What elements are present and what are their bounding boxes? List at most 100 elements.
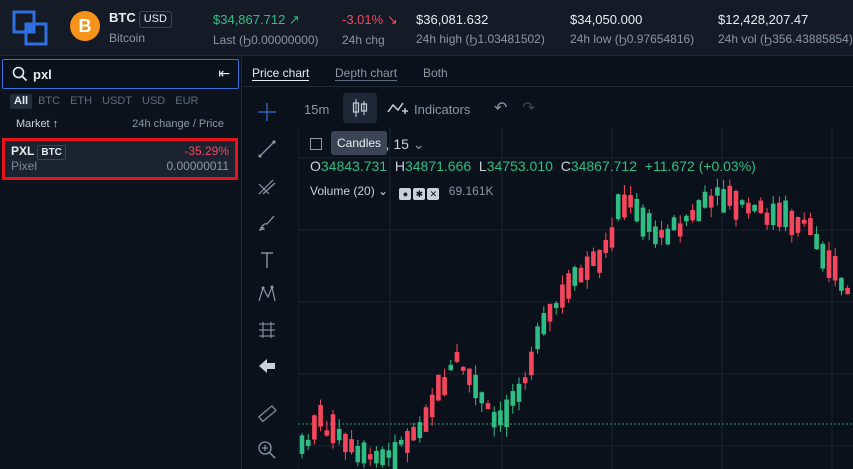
high-label: 24h high (Ϧ1.03481502) (416, 32, 545, 46)
zoom-in-icon[interactable] (257, 440, 277, 460)
high-value: $36,081.632 (416, 12, 489, 27)
pair-quote-badge: USD (138, 11, 172, 28)
candle-body (423, 407, 429, 432)
candle-body (318, 405, 323, 427)
arrow-left-icon[interactable] (257, 356, 277, 376)
undo-icon[interactable]: ↶ (494, 98, 507, 118)
tab-price-chart[interactable]: Price chart (252, 66, 310, 81)
candle-body (442, 377, 447, 396)
filter-btc[interactable]: BTC (34, 94, 64, 109)
drawing-tools (243, 88, 293, 469)
chart-tabs: Price chart Depth chart Both (243, 57, 853, 87)
ohlc-legend: O34843.731 H34871.666 L34753.010 C34867.… (310, 158, 756, 174)
candle-body (640, 207, 646, 237)
ohlc-low: 34753.010 (486, 158, 553, 174)
candle-body (826, 250, 832, 278)
candle-body (305, 439, 311, 446)
candle-body (566, 273, 571, 299)
filter-eth[interactable]: ETH (66, 94, 96, 109)
ohlc-close: 34867.712 (570, 158, 637, 174)
indicators-icon[interactable] (387, 99, 409, 117)
candle-body (454, 351, 460, 362)
candle-body (609, 227, 615, 248)
fork-icon[interactable] (257, 176, 277, 196)
brush-icon[interactable] (257, 213, 277, 233)
candle-body (789, 210, 795, 236)
candle-body (733, 191, 739, 220)
candle-body (479, 392, 485, 404)
row-change: -35.29% (184, 144, 229, 158)
close-icon[interactable]: ✕ (427, 188, 440, 200)
ohlc-high: 34871.666 (404, 158, 472, 174)
filter-all[interactable]: All (10, 94, 33, 109)
pattern-icon[interactable] (257, 284, 277, 304)
candle-body (498, 410, 503, 426)
pair-selector[interactable]: BTC USD Bitcoin (109, 10, 172, 45)
volume-study-label[interactable]: Volume (20) (310, 184, 375, 198)
ohlc-open: 34843.731 (320, 158, 388, 174)
market-search[interactable]: pxl ⇤ (2, 59, 239, 89)
candle-body (777, 202, 782, 227)
change-label: 24h chg (342, 33, 385, 47)
exchange-logo-icon[interactable] (12, 10, 48, 46)
candle-body (839, 277, 844, 291)
crosshair-icon[interactable] (257, 102, 277, 122)
redo-icon[interactable]: ↷ (522, 98, 535, 118)
candle-body (516, 383, 522, 402)
low-stat: $34,050.000 24h low (Ϧ0.97654816) (570, 12, 694, 46)
interval-selector[interactable]: 15m (304, 102, 329, 117)
candle-body (820, 243, 826, 269)
row-price: 0.00000011 (166, 159, 229, 173)
candle-body (485, 403, 491, 409)
candle-body (696, 200, 702, 222)
candle-body (460, 366, 466, 371)
trend-line-icon[interactable] (257, 139, 277, 159)
sort-change-price[interactable]: 24h change / Price (132, 118, 224, 130)
last-price-stat: $34,867.712 ↗ Last (Ϧ0.00000000) (213, 12, 319, 47)
candles-button[interactable] (343, 93, 377, 123)
pair-symbol: BTC (109, 10, 136, 25)
candle-body (330, 414, 336, 444)
filter-usdt[interactable]: USDT (98, 94, 136, 109)
last-price-value: $34,867.712 (213, 12, 286, 27)
filter-usd[interactable]: USD (138, 94, 169, 109)
candle-body (535, 326, 540, 350)
tab-both[interactable]: Both (423, 66, 448, 80)
candle-body (529, 351, 534, 376)
filter-eur[interactable]: EUR (171, 94, 202, 109)
candle-body (628, 195, 633, 208)
candle-body (622, 194, 627, 218)
ruler-icon[interactable] (257, 404, 277, 424)
chevron-down-icon[interactable]: ⌄ (413, 136, 425, 152)
candle-body (491, 411, 497, 428)
candle-body (522, 377, 528, 384)
candlestick-chart[interactable] (298, 128, 853, 469)
measure-icon[interactable] (257, 320, 277, 340)
candle-body (671, 217, 677, 231)
candle-body (690, 210, 695, 221)
indicators-button[interactable]: Indicators (414, 102, 470, 117)
candle-body (417, 422, 423, 438)
market-sidebar: pxl ⇤ All BTC ETH USDT USD EUR Market ↑ … (0, 57, 242, 469)
candle-body (814, 234, 819, 250)
collapse-icon[interactable]: ⇤ (218, 65, 230, 82)
search-input[interactable]: pxl (33, 67, 52, 82)
chevron-down-icon[interactable]: ⌄ (378, 184, 388, 198)
settings-icon[interactable]: ✱ (413, 188, 426, 200)
candle-body (343, 433, 348, 453)
candle-body (349, 439, 354, 453)
market-row-pxl[interactable]: PXL BTC Pixel -35.29% 0.00000011 (2, 138, 238, 180)
low-value: $34,050.000 (570, 12, 643, 27)
eye-icon[interactable]: ● (399, 188, 412, 200)
sort-market[interactable]: Market ↑ (16, 118, 58, 130)
candle-body (746, 202, 751, 214)
collapse-legend-icon[interactable] (310, 138, 322, 150)
candle-body (547, 303, 553, 322)
tab-depth-chart[interactable]: Depth chart (335, 66, 398, 81)
text-tool-icon[interactable] (257, 250, 277, 270)
candle-body (727, 185, 733, 206)
quote-filters: All BTC ETH USDT USD EUR (10, 94, 202, 109)
candle-body (584, 256, 590, 280)
candle-body (721, 189, 726, 213)
candle-body (374, 450, 379, 464)
